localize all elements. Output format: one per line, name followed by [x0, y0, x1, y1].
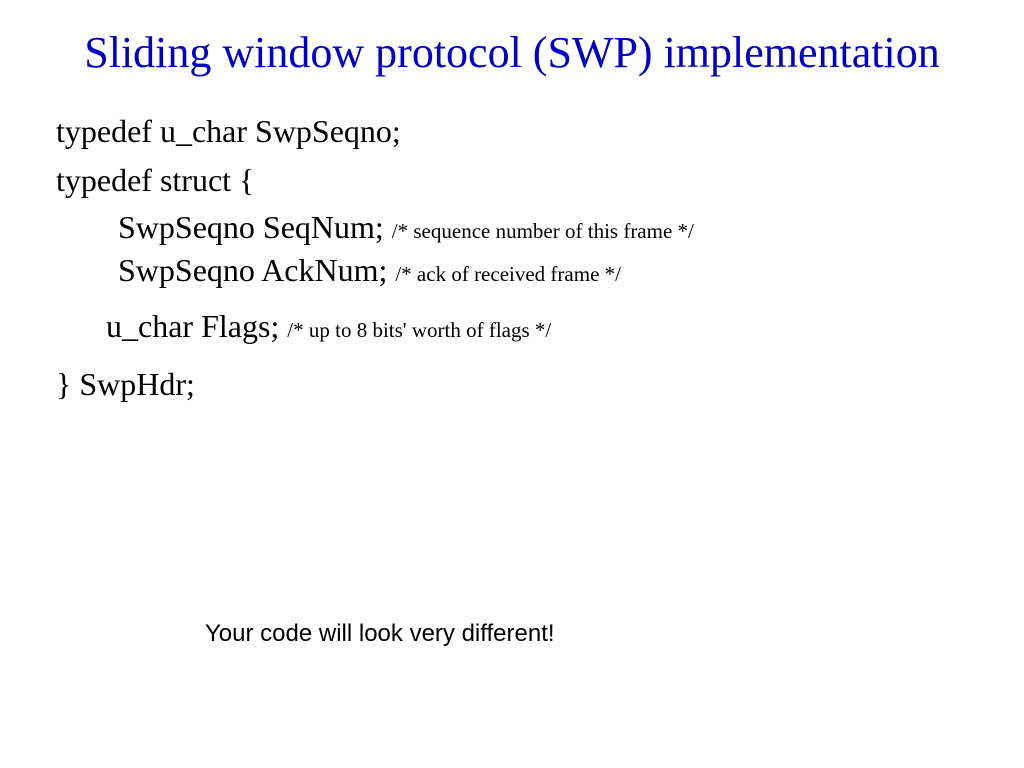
- code-line-acknum: SwpSeqno AckNum; /* ack of received fram…: [56, 249, 1024, 292]
- code-line-2: typedef struct {: [56, 156, 1024, 206]
- code-line-seqnum: SwpSeqno SeqNum; /* sequence number of t…: [56, 206, 1024, 249]
- flags-declaration: u_char Flags;: [106, 308, 279, 344]
- note-text: Your code will look very different!: [205, 620, 555, 648]
- acknum-comment: /* ack of received frame */: [395, 262, 621, 286]
- seqnum-declaration: SwpSeqno SeqNum;: [118, 209, 384, 245]
- code-line-1: typedef u_char SwpSeqno;: [56, 107, 1024, 157]
- flags-comment: /* up to 8 bits' worth of flags */: [287, 318, 551, 342]
- code-line-close: } SwpHdr;: [56, 352, 1024, 410]
- slide-title: Sliding window protocol (SWP) implementa…: [0, 0, 1024, 79]
- code-line-flags: u_char Flags; /* up to 8 bits' worth of …: [56, 292, 1024, 352]
- seqnum-comment: /* sequence number of this frame */: [392, 219, 694, 243]
- acknum-declaration: SwpSeqno AckNum;: [118, 252, 387, 288]
- code-block: typedef u_char SwpSeqno; typedef struct …: [0, 79, 1024, 410]
